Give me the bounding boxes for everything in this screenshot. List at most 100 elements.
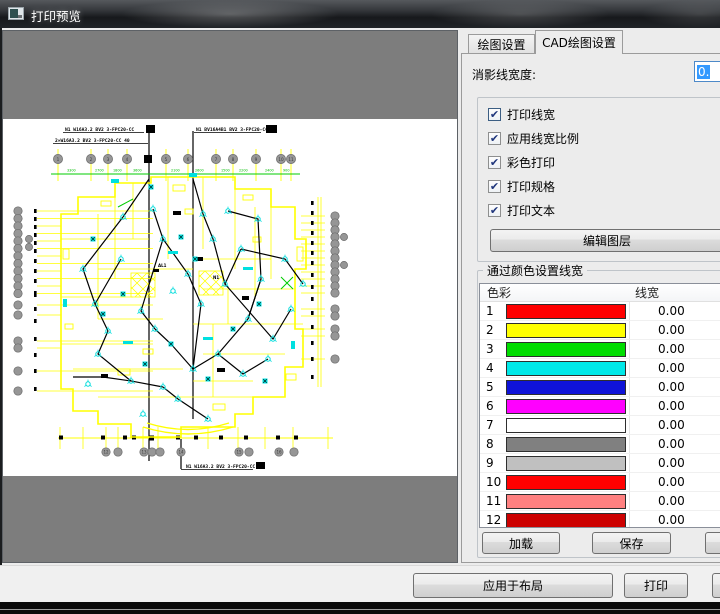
checkbox[interactable]: ✔ bbox=[488, 156, 501, 169]
color-swatch bbox=[506, 417, 626, 433]
lineweight-value: 0.00 bbox=[658, 456, 685, 470]
svg-text:9: 9 bbox=[255, 157, 258, 162]
svg-text:N1: N1 bbox=[213, 275, 219, 280]
check-icon: ✔ bbox=[489, 131, 500, 145]
color-index: 11 bbox=[486, 494, 502, 508]
titlebar[interactable]: 打印预览 bbox=[0, 0, 720, 28]
paper-sheet: N1 W16A3.2 BV2 3-FPC20-CC 2×W16A3.2 BV2 … bbox=[3, 119, 457, 476]
print-options: ✔ 打印线宽 ✔ 应用线宽比例 ✔ 彩色打印 ✔ 打印规格 ✔ 打印文本 bbox=[488, 108, 579, 228]
table-header[interactable]: 色彩 线宽 bbox=[480, 284, 720, 302]
checkbox-label: 彩色打印 bbox=[507, 156, 556, 170]
lineweight-row[interactable]: 4 0.00 bbox=[480, 359, 720, 378]
svg-text:2700: 2700 bbox=[95, 169, 104, 173]
svg-text:2: 2 bbox=[90, 157, 93, 162]
titlebar-glow bbox=[640, 0, 720, 28]
lineweight-row[interactable]: 11 0.00 bbox=[480, 492, 720, 511]
lineweight-table: 色彩 线宽 1 0.00 2 0.00 3 0.00 4 0.00 5 0.00… bbox=[479, 283, 720, 528]
checkbox[interactable]: ✔ bbox=[488, 132, 501, 145]
color-index: 5 bbox=[486, 380, 494, 394]
checkbox[interactable]: ✔ bbox=[488, 180, 501, 193]
checkbox[interactable]: ✔ bbox=[488, 108, 501, 121]
partial-button-footer[interactable] bbox=[712, 573, 720, 598]
svg-text:12: 12 bbox=[103, 450, 109, 455]
print-preview-canvas: N1 W16A3.2 BV2 3-FPC20-CC 2×W16A3.2 BV2 … bbox=[2, 30, 458, 563]
checkbox-row[interactable]: ✔ 彩色打印 bbox=[488, 156, 579, 170]
window-bottom-border bbox=[0, 602, 720, 614]
apply-to-layout-button[interactable]: 应用于布局 bbox=[413, 573, 613, 598]
column-header-width[interactable]: 线宽 bbox=[628, 284, 659, 301]
checkbox-row[interactable]: ✔ 应用线宽比例 bbox=[488, 132, 580, 146]
lineweight-value: 0.00 bbox=[658, 418, 685, 432]
svg-text:2400: 2400 bbox=[265, 169, 274, 173]
svg-text:3: 3 bbox=[107, 157, 110, 162]
lineweight-row[interactable]: 5 0.00 bbox=[480, 378, 720, 397]
lineweight-row[interactable]: 12 0.00 bbox=[480, 511, 720, 527]
svg-text:8: 8 bbox=[232, 157, 235, 162]
window-title: 打印预览 bbox=[31, 9, 82, 24]
edit-layers-button[interactable]: 编辑图层 bbox=[490, 229, 720, 252]
lineweight-value: 0.00 bbox=[658, 437, 685, 451]
color-swatch bbox=[506, 455, 626, 471]
svg-text:16: 16 bbox=[276, 450, 282, 455]
save-button[interactable]: 保存 bbox=[592, 532, 671, 554]
color-swatch bbox=[506, 379, 626, 395]
svg-text:1: 1 bbox=[57, 157, 60, 162]
svg-text:6: 6 bbox=[187, 157, 190, 162]
checkbox-label: 打印规格 bbox=[507, 180, 556, 194]
grid-top-row: 3300 2700 1800 3600 2100 2600 1500 2200 2400 90… bbox=[51, 149, 300, 181]
check-icon: ✔ bbox=[489, 155, 500, 169]
color-index: 4 bbox=[486, 361, 494, 375]
svg-text:15: 15 bbox=[236, 450, 242, 455]
lineweight-value: 0.00 bbox=[658, 399, 685, 413]
color-swatch bbox=[506, 341, 626, 357]
checkbox[interactable]: ✔ bbox=[488, 204, 501, 217]
color-swatch bbox=[506, 493, 626, 509]
color-index: 7 bbox=[486, 418, 494, 432]
checkbox-row[interactable]: ✔ 打印文本 bbox=[488, 204, 579, 218]
svg-text:13: 13 bbox=[141, 450, 147, 455]
lineweight-value: 0.00 bbox=[658, 380, 685, 394]
svg-text:7: 7 bbox=[215, 157, 218, 162]
svg-text:10: 10 bbox=[278, 157, 284, 162]
load-button[interactable]: 加载 bbox=[482, 532, 560, 554]
partial-button-panel[interactable] bbox=[705, 532, 720, 554]
color-swatch bbox=[506, 303, 626, 319]
check-icon: ✔ bbox=[489, 107, 500, 121]
checkbox-row[interactable]: ✔ 打印规格 bbox=[488, 180, 579, 194]
lineweight-row[interactable]: 8 0.00 bbox=[480, 435, 720, 454]
color-index: 1 bbox=[486, 304, 494, 318]
checkbox-label: 打印线宽 bbox=[507, 108, 556, 122]
checkbox-label: 应用线宽比例 bbox=[507, 132, 580, 146]
tab-drawing-settings[interactable]: 绘图设置 bbox=[468, 34, 535, 53]
lineweight-row[interactable]: 7 0.00 bbox=[480, 416, 720, 435]
color-swatch bbox=[506, 436, 626, 452]
titlebar-glow bbox=[430, 0, 610, 28]
lineweight-row[interactable]: 3 0.00 bbox=[480, 340, 720, 359]
lineweight-row[interactable]: 6 0.00 bbox=[480, 397, 720, 416]
tab-cad-drawing-settings[interactable]: CAD绘图设置 bbox=[535, 30, 623, 54]
app-icon-dot bbox=[18, 15, 22, 18]
check-icon: ✔ bbox=[489, 203, 500, 217]
table-rows: 1 0.00 2 0.00 3 0.00 4 0.00 5 0.00 6 0.0… bbox=[480, 302, 720, 527]
floorplan-walls bbox=[60, 176, 307, 438]
print-button[interactable]: 打印 bbox=[624, 573, 688, 598]
color-swatch bbox=[506, 360, 626, 376]
svg-text:1500: 1500 bbox=[221, 169, 230, 173]
color-index: 9 bbox=[486, 456, 494, 470]
checkbox-label: 打印文本 bbox=[507, 204, 556, 218]
checkbox-row[interactable]: ✔ 打印线宽 bbox=[488, 108, 579, 122]
lineweight-row[interactable]: 2 0.00 bbox=[480, 321, 720, 340]
cable-runs bbox=[73, 178, 304, 420]
column-header-color[interactable]: 色彩 bbox=[480, 284, 628, 301]
color-index: 8 bbox=[486, 437, 494, 451]
color-index: 2 bbox=[486, 323, 494, 337]
lineweight-value: 0.00 bbox=[658, 513, 685, 527]
color-swatch bbox=[506, 322, 626, 338]
color-swatch bbox=[506, 474, 626, 490]
svg-text:3300: 3300 bbox=[67, 169, 76, 173]
hatch-linewidth-input[interactable]: 0. bbox=[694, 61, 720, 82]
lineweight-row[interactable]: 1 0.00 bbox=[480, 302, 720, 321]
lineweight-row[interactable]: 10 0.00 bbox=[480, 473, 720, 492]
lineweight-row[interactable]: 9 0.00 bbox=[480, 454, 720, 473]
lineweight-value: 0.00 bbox=[658, 304, 685, 318]
